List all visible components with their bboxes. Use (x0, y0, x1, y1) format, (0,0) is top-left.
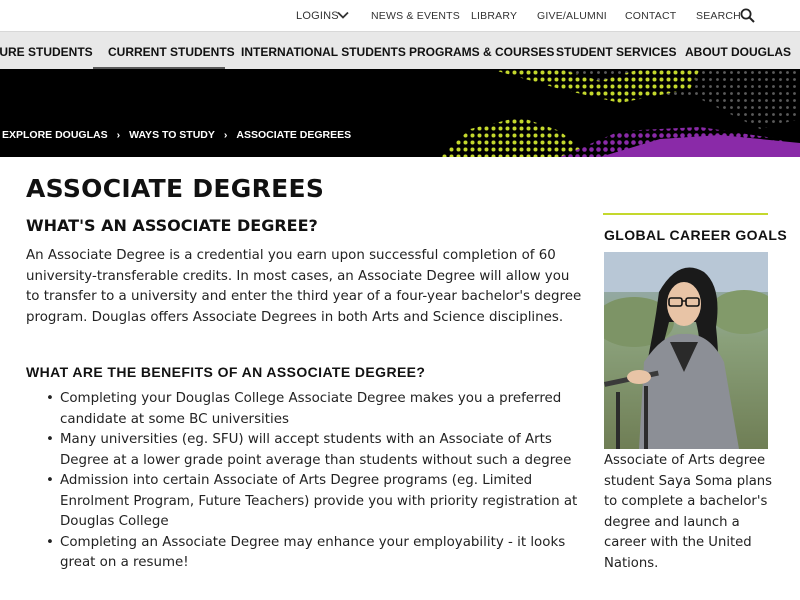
nav-future-students[interactable]: TURE STUDENTS (0, 45, 93, 59)
student-photo-illustration (604, 252, 768, 449)
list-item: • Admission into certain Associate of Art… (46, 471, 590, 533)
bullet-icon: • (46, 534, 54, 550)
breadcrumb-separator: › (223, 129, 228, 141)
section-heading: WHAT'S AN ASSOCIATE DEGREE? (26, 216, 318, 235)
sidebar-caption: Associate of Arts degree student Saya So… (604, 453, 773, 571)
list-item: • Completing an Associate Degree may enha… (46, 533, 590, 574)
logins-link[interactable]: LOGINS (296, 10, 339, 22)
bullet-icon: • (46, 391, 54, 406)
breadcrumb-separator: › (116, 129, 121, 141)
page-title: ASSOCIATE DEGREES (26, 174, 325, 203)
list-item: • Many universities (eg. SFU) will accept… (46, 430, 590, 471)
breadcrumb-ways-to-study[interactable]: WAYS TO STUDY (129, 129, 215, 141)
benefits-heading: WHAT ARE THE BENEFITS OF AN ASSOCIATE DE… (26, 364, 426, 380)
sidebar-divider (603, 213, 768, 215)
news-events-link[interactable]: NEWS & EVENTS (371, 10, 460, 22)
nav-current-students[interactable]: CURRENT STUDENTS (108, 45, 235, 59)
bullet-icon: • (46, 432, 54, 447)
library-link[interactable]: LIBRARY (471, 10, 517, 22)
benefit-text: Completing an Associate Degree may enhan… (60, 534, 566, 571)
benefit-text: Many universities (eg. SFU) will accept … (60, 432, 572, 468)
contact-link[interactable]: CONTACT (625, 10, 676, 22)
hero-banner: EXPLORE DOUGLAS › WAYS TO STUDY › ASSOCIATE … (0, 69, 800, 157)
sidebar-heading: GLOBAL CAREER GOALS (604, 227, 788, 243)
bullet-icon: • (46, 473, 54, 488)
intro-paragraph: An Associate Degree is a credential you … (26, 248, 582, 325)
list-item: • Completing your Douglas College Associa… (46, 389, 590, 430)
hero-dot-pattern (440, 69, 800, 157)
nav-student-services[interactable]: STUDENT SERVICES (556, 45, 676, 59)
breadcrumb-current: ASSOCIATE DEGREES (236, 129, 352, 141)
student-photo (604, 252, 768, 449)
nav-about-douglas[interactable]: ABOUT DOUGLAS (685, 45, 791, 59)
give-alumni-link[interactable]: GIVE/ALUMNI (537, 10, 607, 22)
breadcrumb-explore-douglas[interactable]: EXPLORE DOUGLAS (2, 129, 108, 141)
benefit-text: Admission into certain Associate of Arts… (60, 473, 578, 529)
breadcrumb: EXPLORE DOUGLAS › WAYS TO STUDY › ASSOCIATE … (2, 129, 351, 141)
benefit-text: Completing your Douglas College Associat… (60, 391, 562, 427)
main-nav: TURE STUDENTS CURRENT STUDENTS INTERNATI… (0, 31, 800, 70)
benefits-list: • Completing your Douglas College Associa… (46, 389, 590, 574)
nav-programs-courses[interactable]: PROGRAMS & COURSES (409, 45, 554, 59)
utility-nav: LOGINS NEWS & EVENTS LIBRARY GIVE/ALUMNI… (0, 0, 800, 31)
search-link[interactable]: SEARCH (696, 10, 741, 22)
nav-international-students[interactable]: INTERNATIONAL STUDENTS (241, 45, 406, 59)
chevron-down-icon[interactable] (337, 9, 349, 21)
search-icon[interactable] (740, 8, 755, 23)
